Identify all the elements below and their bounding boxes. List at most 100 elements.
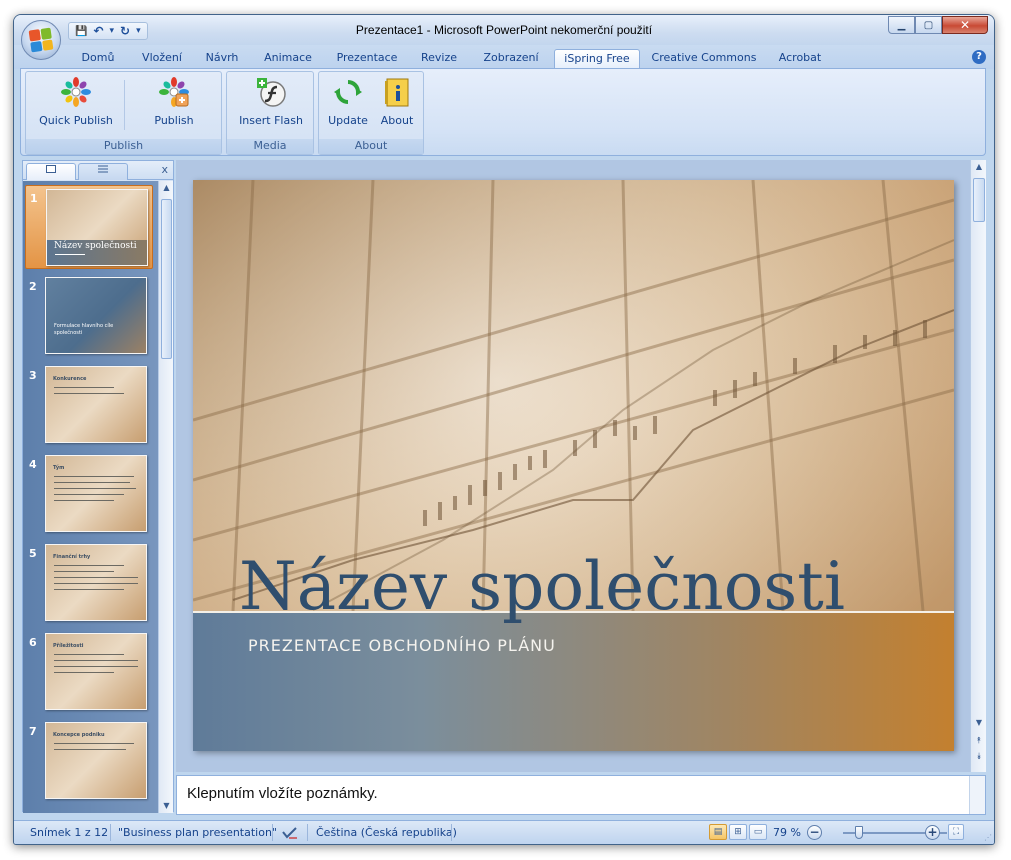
slides-pane: x 1 Název společnosti 2 Formulace hlavní… — [22, 160, 174, 813]
tab-acrobat[interactable]: Acrobat — [772, 49, 828, 69]
slide-preview: Konkurence — [45, 366, 147, 443]
slide-preview: Tým — [45, 455, 147, 532]
slide-preview: Finanční trhy — [45, 544, 147, 621]
group-about: Update About About — [318, 71, 424, 155]
slide-preview-title: Název společnosti — [54, 241, 137, 251]
tab-vlozeni[interactable]: Vložení — [136, 49, 188, 69]
spell-check-icon[interactable] — [281, 826, 299, 840]
previous-slide-icon[interactable]: ⯭ — [971, 734, 987, 748]
slide-preview-title: Koncepce podniku — [53, 732, 105, 738]
help-icon[interactable]: ? — [972, 50, 986, 64]
outline-tab[interactable] — [78, 163, 128, 180]
next-slide-icon[interactable]: ⯯ — [971, 750, 987, 764]
scroll-down-icon[interactable]: ▼ — [159, 799, 174, 813]
scrollbar-thumb[interactable] — [161, 199, 172, 359]
minimize-button[interactable]: ▁ — [888, 16, 915, 34]
pane-close-button[interactable]: x — [161, 163, 168, 176]
slide-number: 1 — [30, 192, 38, 205]
zoom-slider-thumb[interactable] — [855, 826, 863, 839]
scroll-down-icon[interactable]: ▼ — [971, 716, 987, 730]
notes-placeholder: Klepnutím vložíte poznámky. — [187, 785, 378, 802]
outline-tab-icon — [98, 165, 108, 173]
quick-publish-button[interactable]: Quick Publish — [36, 76, 116, 134]
tab-domu[interactable]: Domů — [78, 49, 118, 69]
about-button[interactable]: About — [373, 76, 421, 134]
tab-prezentace[interactable]: Prezentace — [332, 49, 402, 69]
language-indicator[interactable]: Čeština (Česká republika) — [316, 826, 457, 839]
subtitle-band — [193, 613, 954, 751]
group-media-label: Media — [227, 139, 313, 154]
slide-preview: Koncepce podniku — [45, 722, 147, 799]
slide-preview-title: Formulace hlavního cíle společnosti — [54, 323, 114, 336]
group-about-label: About — [319, 139, 423, 154]
slide-thumbnail-4[interactable]: 4 Tým — [25, 452, 153, 536]
quick-publish-icon — [61, 77, 91, 107]
powerpoint-window: 💾 ↶ ▾ ↻ ▾ Prezentace1 - Microsoft PowerP… — [13, 14, 995, 845]
pane-tabs: x — [23, 161, 173, 180]
slide-sorter-button[interactable]: ⊞ — [729, 824, 747, 840]
tab-animace[interactable]: Animace — [260, 49, 316, 69]
scroll-up-icon[interactable]: ▲ — [159, 181, 174, 195]
zoom-level[interactable]: 79 % — [773, 826, 801, 839]
slide-thumbnail-5[interactable]: 5 Finanční trhy — [25, 541, 153, 625]
update-button[interactable]: Update — [323, 76, 373, 134]
slides-pane-scrollbar[interactable]: ▲ ▼ — [158, 181, 173, 813]
notes-pane[interactable]: Klepnutím vložíte poznámky. — [176, 775, 986, 815]
slide-thumbnails: 1 Název společnosti 2 Formulace hlavního… — [23, 181, 158, 813]
slide-thumbnail-1[interactable]: 1 Název společnosti — [25, 185, 153, 269]
tab-navrh[interactable]: Návrh — [202, 49, 242, 69]
slide-thumbnail-2[interactable]: 2 Formulace hlavního cíle společnosti — [25, 274, 153, 358]
resize-grip-icon[interactable]: ⋰ — [984, 833, 992, 842]
close-button[interactable]: ✕ — [942, 16, 988, 34]
slide-editor: Název společnosti PREZENTACE OBCHODNÍHO … — [176, 160, 986, 772]
normal-view-button[interactable]: ▤ — [709, 824, 727, 840]
window-controls: ▁ ▢ ✕ — [888, 16, 988, 34]
slide-title[interactable]: Název společnosti — [239, 548, 845, 625]
status-bar: Snímek 1 z 12 "Business plan presentatio… — [14, 820, 994, 844]
tab-revize[interactable]: Revize — [417, 49, 461, 69]
slide-preview: Název společnosti — [46, 189, 148, 266]
slide-preview-title: Příležitosti — [53, 643, 84, 649]
window-title: Prezentace1 - Microsoft PowerPoint nekom… — [355, 23, 653, 37]
zoom-in-button[interactable]: + — [925, 825, 940, 840]
office-button[interactable] — [21, 20, 61, 60]
slide-number: 2 — [29, 280, 37, 293]
title-bar: 💾 ↶ ▾ ↻ ▾ Prezentace1 - Microsoft PowerP… — [14, 15, 994, 45]
slideshow-button[interactable]: ▭ — [749, 824, 767, 840]
tab-zobrazeni[interactable]: Zobrazení — [476, 49, 546, 69]
scrollbar-thumb[interactable] — [973, 178, 985, 222]
editor-scrollbar[interactable]: ▲ ▼ ⯭ ⯯ — [970, 160, 986, 772]
group-divider — [124, 80, 125, 130]
slide-number: 7 — [29, 725, 37, 738]
quick-publish-label: Quick Publish — [39, 114, 113, 127]
update-icon — [334, 80, 362, 104]
publish-label: Publish — [154, 114, 194, 127]
slide-preview-title: Tým — [53, 465, 65, 471]
notes-scrollbar[interactable] — [969, 776, 985, 814]
zoom-out-button[interactable]: − — [807, 825, 822, 840]
group-media: Insert Flash Media — [226, 71, 314, 155]
slide-subtitle[interactable]: PREZENTACE OBCHODNÍHO PLÁNU — [248, 636, 556, 655]
publish-button[interactable]: Publish — [134, 76, 214, 134]
slides-tab[interactable] — [26, 163, 76, 180]
group-publish: Quick Publish Publish Publish — [25, 71, 222, 155]
fit-to-window-button[interactable]: ⛶ — [948, 824, 964, 840]
insert-flash-icon — [257, 78, 286, 107]
maximize-button[interactable]: ▢ — [915, 16, 942, 34]
theme-name: "Business plan presentation" — [118, 826, 277, 839]
slide-thumbnail-3[interactable]: 3 Konkurence — [25, 363, 153, 447]
slide-thumbnail-6[interactable]: 6 Příležitosti — [25, 630, 153, 714]
publish-icon — [159, 77, 189, 107]
insert-flash-button[interactable]: Insert Flash — [231, 76, 311, 134]
scroll-up-icon[interactable]: ▲ — [971, 160, 987, 174]
slide-tab-icon — [46, 165, 56, 173]
ribbon-tabs: Domů Vložení Návrh Animace Prezentace Re… — [14, 45, 994, 69]
slide-number: 3 — [29, 369, 37, 382]
tab-creative-commons[interactable]: Creative Commons — [650, 49, 758, 69]
tab-ispring-free[interactable]: iSpring Free — [554, 49, 640, 69]
about-label: About — [380, 114, 414, 127]
current-slide[interactable]: Název společnosti PREZENTACE OBCHODNÍHO … — [193, 180, 954, 751]
slide-thumbnail-7[interactable]: 7 Koncepce podniku — [25, 719, 153, 803]
office-logo-icon — [28, 27, 54, 53]
group-publish-label: Publish — [26, 139, 221, 154]
